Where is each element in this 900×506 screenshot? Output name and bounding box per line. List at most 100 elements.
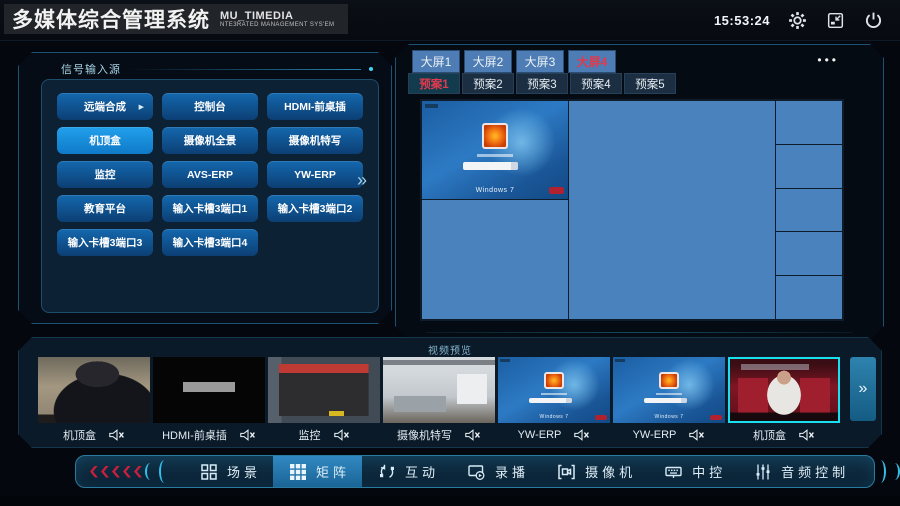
thumbnail-image[interactable]: [383, 357, 495, 423]
video-thumbnail[interactable]: 机顶盒: [38, 357, 150, 447]
wall-window[interactable]: [776, 232, 842, 275]
source-button[interactable]: 输入卡槽3端口3 ▶: [57, 229, 153, 256]
win7-password-box: [529, 398, 572, 403]
video-preview-title: 视频预览: [19, 342, 881, 357]
thumbnail-image[interactable]: Windows 7: [498, 357, 610, 423]
wall-window[interactable]: [569, 101, 775, 319]
video-preview-strip: 视频预览 机顶盒 HDMI-前桌插 监控: [18, 337, 882, 448]
win7-avatar: [482, 123, 508, 149]
preset-tab[interactable]: 预案2: [462, 73, 514, 94]
video-thumbnail[interactable]: 机顶盒: [728, 357, 840, 447]
toolbar-item[interactable]: 摄像机: [541, 456, 648, 487]
toolbar-item[interactable]: 录播: [451, 456, 541, 487]
video-thumbnail[interactable]: HDMI-前桌插: [153, 357, 265, 447]
app-title: 多媒体综合管理系统: [12, 4, 210, 34]
source-button[interactable]: 远端合成 ▶: [57, 93, 153, 120]
win7-brand: Windows 7: [422, 187, 568, 194]
win7-password-box: [463, 162, 518, 170]
thumbnail-label: HDMI-前桌插: [162, 427, 227, 443]
source-button[interactable]: AVS-ERP ▶: [162, 161, 258, 188]
source-button[interactable]: 输入卡槽3端口1 ▶: [162, 195, 258, 222]
toolbar-item[interactable]: 矩阵: [273, 456, 362, 487]
control-icon: [664, 463, 683, 481]
toolbar-item[interactable]: 互动: [362, 456, 451, 487]
mute-icon[interactable]: [465, 429, 481, 441]
gear-icon[interactable]: [787, 10, 808, 31]
source-button[interactable]: HDMI-前桌插 ▶: [267, 93, 363, 120]
video-thumbnail[interactable]: 摄像机特写: [383, 357, 495, 447]
source-button[interactable]: 控制台 ▶: [162, 93, 258, 120]
thumbnail-label: 摄像机特写: [397, 427, 452, 443]
video-thumbnail[interactable]: Windows 7 YW-ERP: [498, 357, 610, 447]
preset-tab[interactable]: 预案4: [570, 73, 622, 94]
mute-icon[interactable]: [799, 429, 815, 441]
mute-icon[interactable]: [574, 429, 590, 441]
source-button[interactable]: 摄像机特写 ▶: [267, 127, 363, 154]
mute-icon[interactable]: [240, 429, 256, 441]
mute-icon[interactable]: [689, 429, 705, 441]
red-chevrons-decor: [76, 460, 184, 483]
record-icon: [467, 463, 486, 481]
submenu-arrow-icon: ▶: [139, 103, 144, 111]
thumbnail-label: 机顶盒: [753, 427, 786, 443]
panel-expand-chevron[interactable]: »: [357, 170, 367, 191]
wall-window[interactable]: [776, 276, 842, 319]
video-thumbnail[interactable]: 监控: [268, 357, 380, 447]
source-button[interactable]: 摄像机全景 ▶: [162, 127, 258, 154]
source-button[interactable]: 输入卡槽3端口2 ▶: [267, 195, 363, 222]
screen-tab[interactable]: 大屏3: [516, 50, 564, 73]
thumbnail-image[interactable]: [268, 357, 380, 423]
win7-avatar: [544, 372, 564, 390]
video-wall-preview: Windows 7: [420, 99, 844, 321]
video-thumbnail[interactable]: Windows 7 YW-ERP: [613, 357, 725, 447]
thumbnail-label: 监控: [299, 427, 321, 443]
source-button[interactable]: 监控 ▶: [57, 161, 153, 188]
mute-icon[interactable]: [109, 429, 125, 441]
source-button[interactable]: 机顶盒 ▶: [57, 127, 153, 154]
main-toolbar: 场景 矩阵 互动 录播 摄像机: [75, 455, 875, 488]
thumbnail-image[interactable]: [153, 357, 265, 423]
thumbnails-next-button[interactable]: »: [850, 357, 876, 421]
thumbnail-image[interactable]: [38, 357, 150, 423]
app-subtitle-en: NTE3RATED MANAGEMENT SYS'EM: [220, 22, 334, 28]
toolbar-item[interactable]: 场景: [184, 456, 273, 487]
win7-brand: Windows 7: [613, 414, 725, 420]
toolbar-item[interactable]: 中控: [648, 456, 738, 487]
preset-tab[interactable]: 预案1: [408, 73, 460, 94]
source-button[interactable]: YW-ERP ▶: [267, 161, 363, 188]
audio-icon: [754, 463, 772, 481]
source-button[interactable]: 输入卡槽3端口4 ▶: [162, 229, 258, 256]
thumbnail-image[interactable]: [728, 357, 840, 423]
screen-tab[interactable]: 大屏2: [464, 50, 512, 73]
windows7-login-preview: Windows 7: [498, 357, 610, 423]
preset-tab[interactable]: 预案3: [516, 73, 568, 94]
header-line: [129, 69, 361, 70]
power-icon[interactable]: [863, 10, 884, 31]
win7-shutdown-button: [595, 415, 606, 420]
screen-tab[interactable]: 大屏1: [412, 50, 460, 73]
signal-source-panel: 信号输入源 远端合成 ▶ 控制台 ▶ HDMI-前桌插 ▶ 机顶盒 ▶ 摄像机全…: [18, 52, 392, 324]
app-title-en: MU_TIMEDIA: [220, 10, 334, 22]
preset-tab[interactable]: 预案5: [624, 73, 676, 94]
screen-tab[interactable]: 大屏4: [568, 50, 616, 73]
app-title-block: 多媒体综合管理系统 MU_TIMEDIA NTE3RATED MANAGEMEN…: [4, 4, 348, 34]
wall-window[interactable]: [776, 101, 842, 144]
toolbar-item[interactable]: 音频控制: [738, 456, 861, 487]
wall-window[interactable]: [776, 189, 842, 232]
win7-shutdown-button: [710, 415, 721, 420]
wall-window[interactable]: [776, 145, 842, 188]
source-button[interactable]: 教育平台 ▶: [57, 195, 153, 222]
more-menu-icon[interactable]: •••: [817, 53, 839, 67]
restore-window-icon[interactable]: [825, 10, 846, 31]
panel-trim-line: [426, 332, 853, 333]
wall-window-win7[interactable]: Windows 7: [422, 101, 568, 199]
mute-icon[interactable]: [334, 429, 350, 441]
win7-brand: Windows 7: [498, 414, 610, 420]
thumbnail-image[interactable]: Windows 7: [613, 357, 725, 423]
top-bar: 多媒体综合管理系统 MU_TIMEDIA NTE3RATED MANAGEMEN…: [0, 0, 900, 41]
scene-grid-icon: [200, 463, 218, 481]
windows7-login-preview: Windows 7: [613, 357, 725, 423]
screen-tab-row: 大屏1 大屏2 大屏3 大屏4: [412, 50, 616, 73]
clock: 15:53:24: [714, 13, 770, 28]
wall-window[interactable]: [422, 200, 568, 319]
